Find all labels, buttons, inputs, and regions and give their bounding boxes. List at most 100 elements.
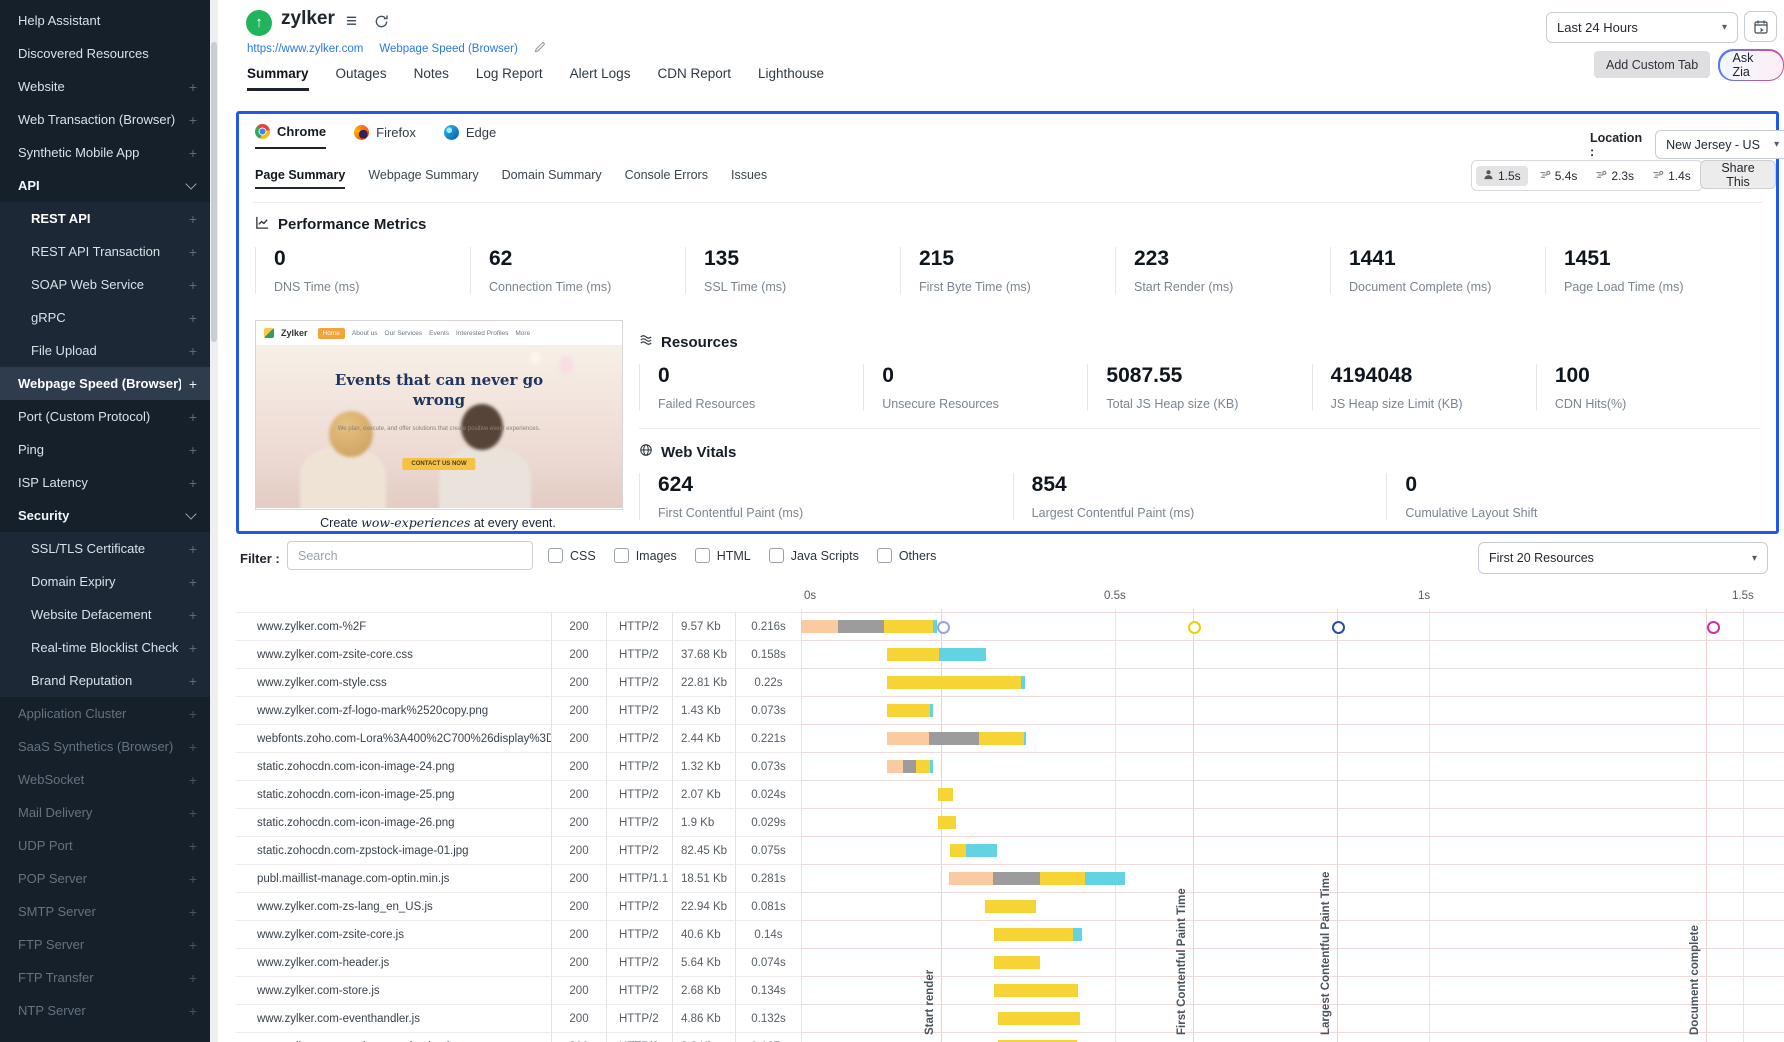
resource-name-cell[interactable]: static.zohocdn.com-icon-image-25.png [236,780,551,808]
plus-icon[interactable]: + [189,442,197,458]
resource-type-filter[interactable]: Images [614,548,677,563]
browser-tab[interactable]: Firefox [354,124,416,149]
browser-tab[interactable]: Chrome [255,124,326,149]
resource-name-cell[interactable]: static.zohocdn.com-icon-image-24.png [236,752,551,780]
subtab[interactable]: Webpage Summary [368,168,478,189]
sidebar-item[interactable]: Discovered Resources [0,37,210,70]
plus-icon[interactable]: + [189,277,197,293]
waterfall-bar[interactable] [985,900,1036,913]
sidebar-item[interactable]: Domain Expiry + [0,565,210,598]
sidebar-item[interactable]: REST API Transaction + [0,235,210,268]
sidebar-item[interactable]: Application Cluster + [0,697,210,730]
tab[interactable]: Log Report [476,66,543,91]
plus-icon[interactable]: + [189,475,197,491]
resource-name-cell[interactable]: www.zylker.com-zs-lang_en_US.js [236,892,551,920]
resource-name-cell[interactable]: www.zylker.com-eventhandler.js [236,1004,551,1032]
tab[interactable]: CDN Report [657,66,731,91]
resource-name-cell[interactable]: static.zohocdn.com-icon-image-26.png [236,808,551,836]
plus-icon[interactable]: + [189,79,197,95]
plus-icon[interactable]: + [189,541,197,557]
plus-icon[interactable]: + [189,805,197,821]
edit-icon[interactable] [534,41,546,56]
waterfall-bar[interactable] [801,620,937,633]
plus-icon[interactable]: + [189,145,197,161]
waterfall-bar[interactable] [998,1012,1081,1025]
monitor-url-link[interactable]: https://www.zylker.com [247,43,363,55]
plus-icon[interactable]: + [189,376,197,392]
table-row[interactable]: static.zohocdn.com-icon-image-24.png200H… [236,752,1784,780]
sidebar-item[interactable]: POP Server + [0,862,210,895]
sidebar-item[interactable]: gRPC + [0,301,210,334]
page-screenshot-thumbnail[interactable]: Zylker HomeAbout usOur ServicesEventsInt… [255,320,623,510]
resource-type-filter[interactable]: Java Scripts [769,548,859,563]
location-select[interactable]: New Jersey - US ▾ [1655,130,1784,159]
waterfall-bar[interactable] [994,928,1082,941]
custom-period-button[interactable] [1744,11,1777,42]
add-custom-tab-button[interactable]: Add Custom Tab [1594,51,1710,78]
resource-name-cell[interactable]: static.zohocdn.com-zpstock-image-01.jpg [236,836,551,864]
tab[interactable]: Outages [336,66,387,91]
plus-icon[interactable]: + [189,211,197,227]
sidebar-scrollbar[interactable] [210,0,218,1042]
table-row[interactable]: webfonts.zoho.com-Lora%3A400%2C700%26dis… [236,724,1784,752]
table-row[interactable]: www.zylker.com-store.js200HTTP/22.68 Kb0… [236,976,1784,1004]
resource-name-cell[interactable]: www.zylker.com-style.css [236,668,551,696]
waterfall-bar[interactable] [938,816,956,829]
resource-name-cell[interactable]: webfonts.zoho.com-Lora%3A400%2C700%26dis… [236,724,551,752]
sidebar-item[interactable]: Security [0,499,210,532]
plus-icon[interactable]: + [189,244,197,260]
waterfall-bar[interactable] [887,676,1025,689]
plus-icon[interactable]: + [189,937,197,953]
resource-name-cell[interactable]: www.zylker.com-store.js [236,976,551,1004]
table-row[interactable]: www.zylker.com-%2F200HTTP/29.57 Kb0.216s [236,612,1784,640]
sidebar-item[interactable]: WebSocket + [0,763,210,796]
sidebar-item[interactable]: Port (Custom Protocol) + [0,400,210,433]
waterfall-bar[interactable] [887,648,986,661]
sidebar-item[interactable]: Mail Delivery + [0,796,210,829]
sidebar-item[interactable]: Web Transaction (Browser) + [0,103,210,136]
monitor-type-link[interactable]: Webpage Speed (Browser) [379,43,518,55]
sidebar-item[interactable]: Brand Reputation + [0,664,210,697]
browser-tab[interactable]: Edge [444,124,496,149]
subtab[interactable]: Page Summary [255,168,345,189]
ask-zia-button[interactable]: Ask Zia [1718,49,1784,81]
resource-name-cell[interactable]: www.zylker.com-products-pagination.js [236,1032,551,1042]
refresh-icon[interactable] [374,14,389,34]
table-row[interactable]: publ.maillist-manage.com-optin.min.js200… [236,864,1784,892]
time-range-select[interactable]: Last 24 Hours ▾ [1546,12,1738,43]
plus-icon[interactable]: + [189,640,197,656]
plus-icon[interactable]: + [189,706,197,722]
hamburger-menu-icon[interactable]: ≡ [346,11,357,33]
timing-badge[interactable]: 2.3s [1588,166,1641,186]
sidebar-item[interactable]: FTP Server + [0,928,210,961]
waterfall-bar[interactable] [887,704,933,717]
subtab[interactable]: Console Errors [625,168,708,189]
sidebar-item[interactable]: SSL/TLS Certificate + [0,532,210,565]
resource-type-filter[interactable]: CSS [548,548,596,563]
table-row[interactable]: static.zohocdn.com-icon-image-25.png200H… [236,780,1784,808]
sidebar-scrollbar-thumb[interactable] [211,42,217,342]
table-row[interactable]: static.zohocdn.com-zpstock-image-01.jpg2… [236,836,1784,864]
subtab[interactable]: Issues [731,168,767,189]
plus-icon[interactable]: + [189,673,197,689]
checkbox[interactable] [877,548,892,563]
plus-icon[interactable]: + [189,838,197,854]
sidebar-item[interactable]: SMTP Server + [0,895,210,928]
resource-name-cell[interactable]: www.zylker.com-zsite-core.css [236,640,551,668]
resource-count-select[interactable]: First 20 Resources ▾ [1478,542,1768,574]
sidebar-item[interactable]: SOAP Web Service + [0,268,210,301]
timing-badge[interactable]: 1.5s [1476,166,1528,186]
resource-name-cell[interactable]: www.zylker.com-header.js [236,948,551,976]
table-row[interactable]: www.zylker.com-eventhandler.js200HTTP/24… [236,1004,1784,1032]
search-input[interactable] [287,541,533,570]
plus-icon[interactable]: + [189,739,197,755]
plus-icon[interactable]: + [189,970,197,986]
sidebar-item[interactable]: REST API + [0,202,210,235]
timing-badge[interactable]: 5.4s [1532,166,1585,186]
sidebar-item[interactable]: Help Assistant [0,4,210,37]
subtab[interactable]: Domain Summary [502,168,602,189]
table-row[interactable]: www.zylker.com-zsite-core.js200HTTP/240.… [236,920,1784,948]
sidebar-item[interactable]: Website + [0,70,210,103]
sidebar-item[interactable]: Synthetic Mobile App + [0,136,210,169]
resource-name-cell[interactable]: publ.maillist-manage.com-optin.min.js [236,864,551,892]
